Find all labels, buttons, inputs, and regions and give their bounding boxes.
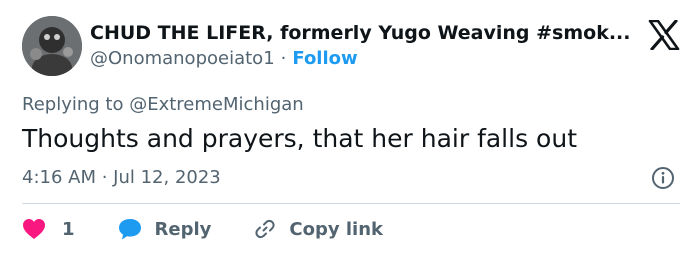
link-icon: [253, 217, 277, 241]
avatar[interactable]: [22, 16, 82, 76]
like-count: 1: [62, 218, 75, 240]
reply-label: Reply: [154, 218, 212, 240]
follow-button[interactable]: Follow: [292, 48, 357, 69]
reply-button[interactable]: Reply: [105, 217, 212, 241]
info-icon[interactable]: [651, 166, 675, 190]
tweet-timestamp[interactable]: 4:16 AM · Jul 12, 2023: [22, 165, 221, 191]
replying-prefix: Replying to: [22, 94, 124, 115]
replying-mention[interactable]: @ExtremeMichigan: [129, 94, 303, 115]
action-bar: 1 Reply Copy link: [22, 214, 383, 244]
copy-link-label: Copy link: [289, 218, 383, 240]
author-meta: @Onomanopoeiato1 · Follow: [90, 46, 358, 72]
x-logo-icon[interactable]: [648, 19, 680, 51]
divider: [22, 203, 680, 204]
heart-icon: [22, 218, 46, 240]
author-handle[interactable]: @Onomanopoeiato1: [90, 48, 275, 69]
separator-dot: ·: [280, 48, 287, 69]
like-button[interactable]: 1: [22, 218, 75, 240]
reply-bubble-icon: [117, 217, 143, 241]
copy-link-button[interactable]: Copy link: [241, 217, 383, 241]
replying-to-line: Replying to @ExtremeMichigan: [22, 92, 304, 118]
tweet-text: Thoughts and prayers, that her hair fall…: [22, 124, 577, 153]
author-display-name[interactable]: CHUD THE LIFER, formerly Yugo Weaving #s…: [90, 20, 631, 46]
